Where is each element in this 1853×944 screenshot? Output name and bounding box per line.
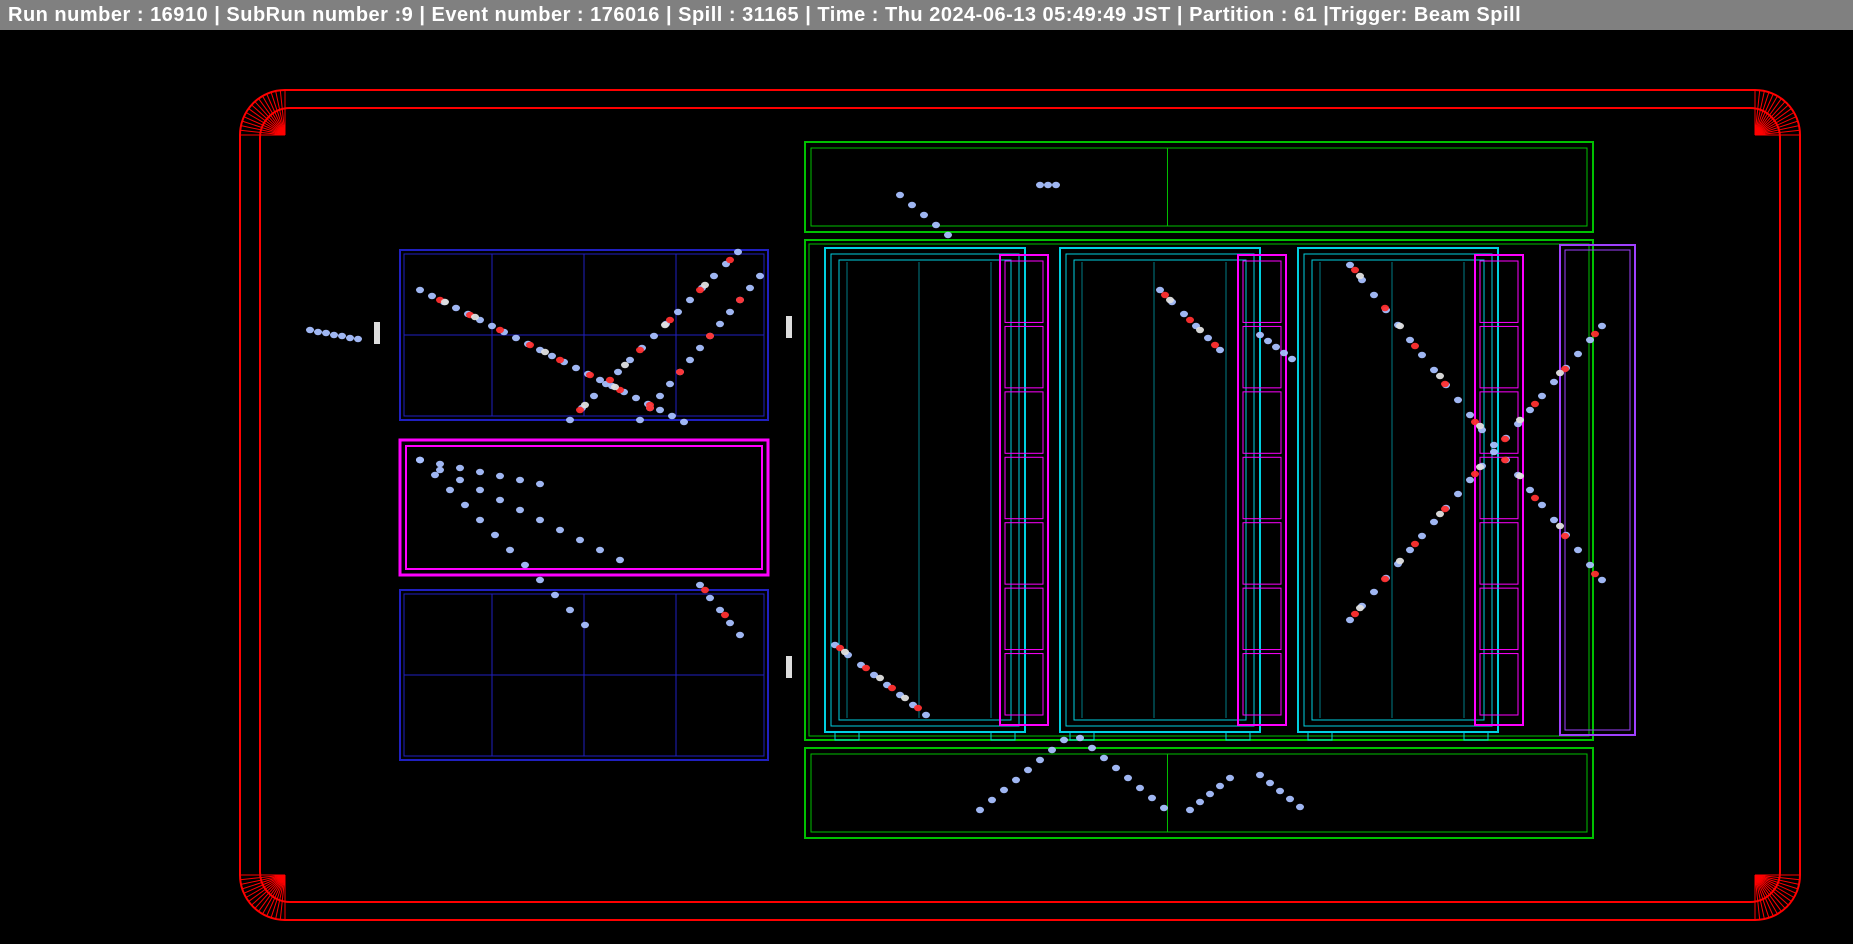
event-label: Event number :: [432, 4, 585, 26]
run-value: 16910: [150, 4, 208, 26]
time-label: Time :: [817, 4, 879, 26]
event-value: 176016: [590, 4, 660, 26]
subrun-value: 9: [402, 4, 414, 26]
partition-label: Partition :: [1189, 4, 1288, 26]
subrun-label: SubRun number :: [226, 4, 401, 26]
trigger-label: Trigger:: [1329, 4, 1407, 26]
partition-value: 61: [1294, 4, 1317, 26]
time-value: Thu 2024-06-13 05:49:49 JST: [885, 4, 1171, 26]
event-header: Run number : 16910 | SubRun number :9 | …: [0, 0, 1853, 30]
run-label: Run number :: [8, 4, 144, 26]
detector-svg: [0, 30, 1853, 944]
spill-label: Spill :: [678, 4, 736, 26]
event-display-canvas[interactable]: [0, 30, 1853, 944]
trigger-value: Beam Spill: [1414, 4, 1521, 26]
spill-value: 31165: [742, 4, 799, 26]
